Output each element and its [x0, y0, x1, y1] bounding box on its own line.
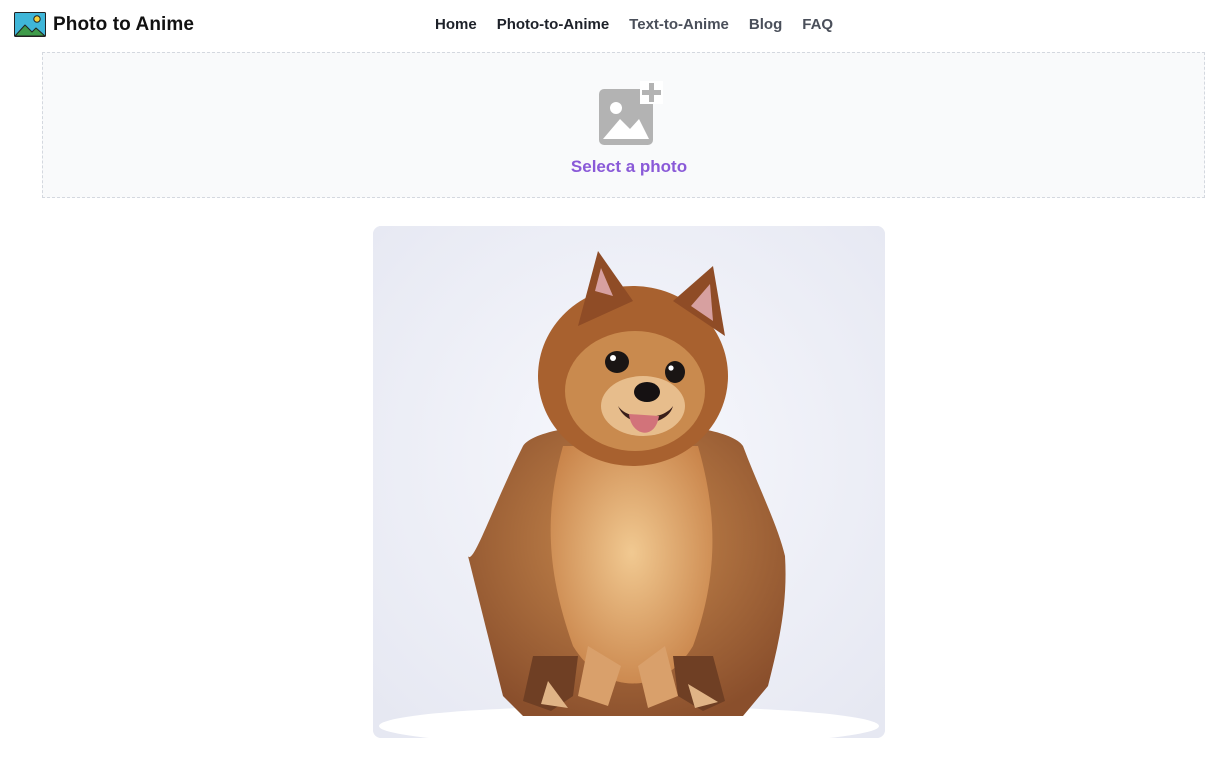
site-header: Photo to Anime Home Photo-to-Anime Text-…	[0, 0, 1219, 50]
anime-style-pomeranian-image	[373, 226, 885, 738]
nav-home[interactable]: Home	[435, 16, 477, 34]
brand-logo-link[interactable]: Photo to Anime	[14, 12, 194, 37]
anime-result-preview	[373, 226, 885, 738]
photo-upload-dropzone[interactable]: Select a photo	[42, 52, 1205, 198]
brand-name: Photo to Anime	[53, 13, 195, 35]
nav-blog[interactable]: Blog	[749, 16, 782, 34]
main-nav: Home Photo-to-Anime Text-to-Anime Blog F…	[435, 16, 833, 34]
add-image-icon	[599, 81, 663, 145]
nav-faq[interactable]: FAQ	[802, 16, 833, 34]
nav-text-to-anime[interactable]: Text-to-Anime	[629, 16, 729, 34]
select-photo-label[interactable]: Select a photo	[43, 157, 1215, 177]
nav-photo-to-anime[interactable]: Photo-to-Anime	[497, 16, 609, 34]
landscape-image-icon	[14, 12, 46, 37]
